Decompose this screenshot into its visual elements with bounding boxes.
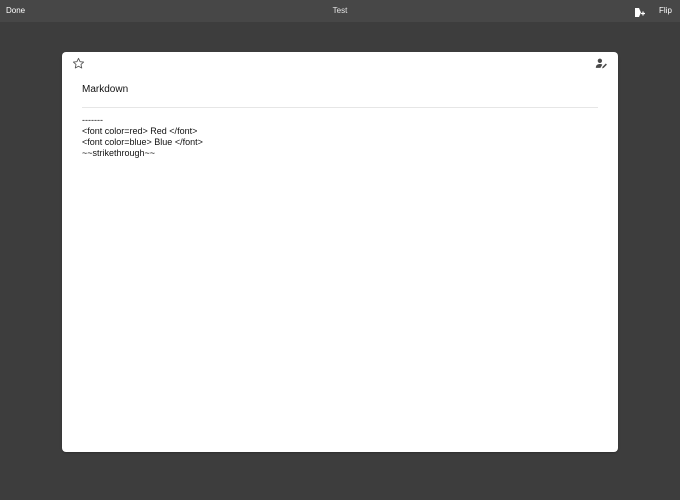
card-plus-icon[interactable] — [634, 5, 646, 17]
content-line: ~~strikethrough~~ — [82, 148, 156, 158]
content-line: <font color=red> Red </font> — [82, 126, 198, 136]
star-outline-icon[interactable] — [72, 57, 85, 70]
flash-card: Markdown ------- <font color=red> Red </… — [62, 52, 618, 452]
window-title: Test — [332, 6, 348, 15]
content-line: ------- — [82, 115, 103, 125]
card-title: Markdown — [82, 84, 129, 95]
top-toolbar: Done Test Flip — [0, 0, 680, 22]
divider — [82, 107, 598, 108]
card-content: ------- <font color=red> Red </font> <fo… — [82, 115, 598, 159]
flip-button[interactable]: Flip — [659, 6, 672, 15]
person-edit-icon[interactable] — [595, 57, 608, 70]
content-line: <font color=blue> Blue </font> — [82, 137, 203, 147]
